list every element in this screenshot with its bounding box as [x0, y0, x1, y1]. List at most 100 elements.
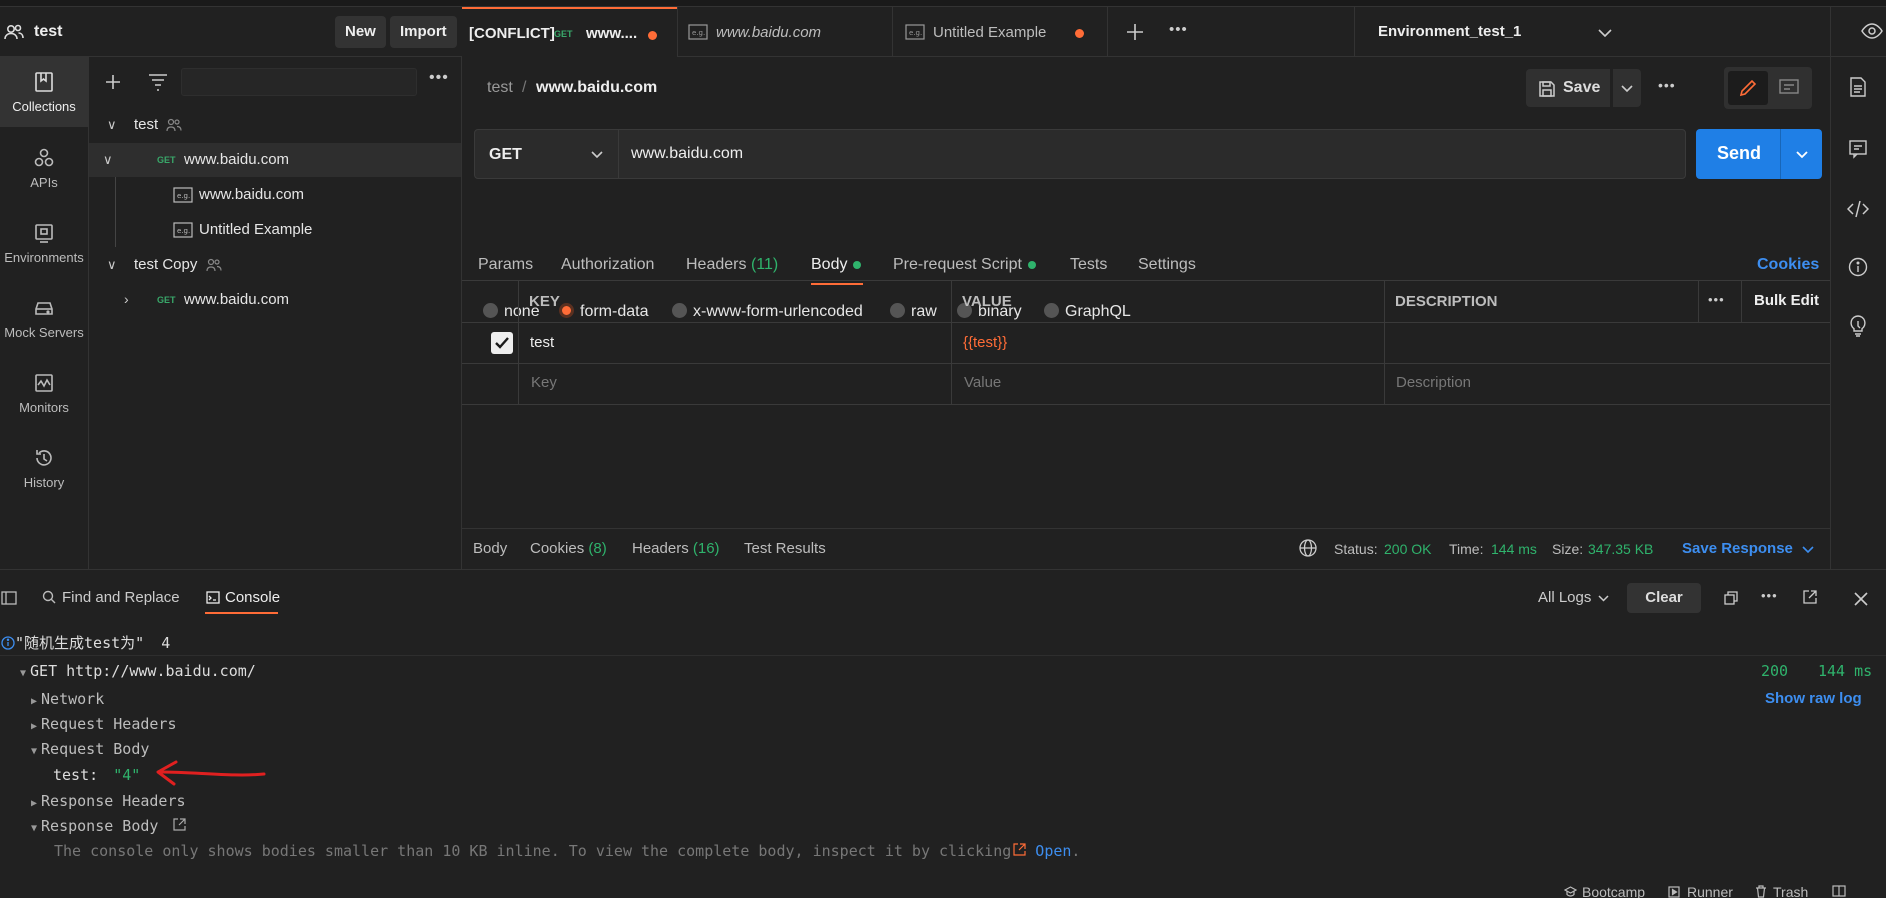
response-headers-section[interactable]: ▶ Response Headers [31, 792, 186, 810]
chevron-down-icon[interactable]: ∨ [107, 257, 117, 273]
save-button[interactable]: Save [1526, 69, 1610, 107]
response-tab-cookies[interactable]: Cookies (8) [530, 540, 607, 557]
time-value[interactable]: 144 ms [1491, 541, 1537, 557]
copy-icon[interactable] [1724, 591, 1738, 605]
send-button[interactable]: Send [1696, 129, 1822, 179]
bootcamp-link[interactable]: Bootcamp [1582, 884, 1645, 898]
status-value[interactable]: 200 OK [1384, 541, 1431, 557]
caret-down-icon: ▼ [31, 746, 38, 757]
bulk-edit-button[interactable]: Bulk Edit [1754, 292, 1819, 309]
window-top-edge [0, 0, 1886, 7]
request-body-section[interactable]: ▼ Request Body [31, 740, 149, 758]
row-key[interactable]: test [530, 334, 554, 351]
tab-authorization[interactable]: Authorization [561, 256, 654, 274]
import-button[interactable]: Import [390, 16, 457, 48]
toggle-sidebar-icon[interactable] [1, 591, 17, 605]
filter-icon[interactable] [148, 73, 168, 91]
open-link[interactable]: Open [1035, 842, 1071, 860]
sidebar-more-icon[interactable]: ••• [429, 69, 449, 87]
tab-body[interactable]: Body [811, 256, 862, 274]
console-log-line[interactable]: "随机生成test为" 4 [1, 632, 170, 653]
value-placeholder[interactable]: Value [964, 374, 1001, 391]
save-response-button[interactable]: Save Response [1682, 540, 1793, 557]
request-log-line[interactable]: ▼ GET http://www.baidu.com/ [20, 662, 256, 680]
tab-method-tag: GET [554, 29, 573, 39]
console-tab[interactable]: Console [225, 589, 280, 606]
external-link-icon[interactable] [173, 818, 187, 831]
trash-link[interactable]: Trash [1773, 884, 1808, 898]
clear-button[interactable]: Clear [1627, 583, 1701, 613]
all-logs-select[interactable]: All Logs [1538, 589, 1591, 606]
response-tab-test-results[interactable]: Test Results [744, 540, 826, 557]
key-placeholder[interactable]: Key [531, 374, 557, 391]
new-button[interactable]: New [335, 16, 386, 48]
nav-collections[interactable]: Collections [0, 57, 88, 127]
request-more-icon[interactable]: ••• [1658, 77, 1676, 93]
notice-end: . [1071, 842, 1081, 860]
chevron-down-icon[interactable] [1796, 151, 1808, 159]
tab-conflict[interactable]: [CONFLICT] GET www.... [462, 7, 677, 57]
description-placeholder[interactable]: Description [1396, 374, 1471, 391]
chevron-down-icon[interactable] [1802, 546, 1814, 554]
tab-tests[interactable]: Tests [1070, 256, 1107, 274]
console-more-icon[interactable]: ••• [1761, 588, 1778, 603]
tab-settings[interactable]: Settings [1138, 256, 1196, 274]
row-value[interactable]: {{test}} [963, 334, 1007, 351]
info-icon[interactable] [1848, 257, 1868, 277]
chevron-right-icon[interactable]: › [124, 291, 129, 307]
documentation-icon[interactable] [1849, 77, 1867, 97]
tab-prerequest-script[interactable]: Pre-request Script [893, 256, 1036, 274]
row-checkbox[interactable] [491, 332, 513, 354]
network-section[interactable]: ▶ Network [31, 690, 104, 708]
tree-request-baidu-copy[interactable]: › GET www.baidu.com [89, 283, 461, 317]
tree-collection-test[interactable]: ∨ test [89, 108, 461, 142]
show-raw-log-link[interactable]: Show raw log [1765, 690, 1862, 707]
tab-params[interactable]: Params [478, 256, 533, 274]
response-tab-headers[interactable]: Headers (16) [632, 540, 720, 557]
breadcrumb-root[interactable]: test [487, 79, 513, 97]
find-replace-tab[interactable]: Find and Replace [62, 589, 180, 606]
code-icon[interactable] [1847, 200, 1869, 218]
edit-mode-button[interactable] [1728, 71, 1768, 105]
comment-mode-icon[interactable] [1779, 79, 1799, 97]
runner-link[interactable]: Runner [1687, 884, 1733, 898]
tree-example-baidu[interactable]: e.g. www.baidu.com [89, 178, 461, 212]
request-headers-section[interactable]: ▶ Request Headers [31, 715, 177, 733]
workspace-name[interactable]: test [34, 23, 62, 41]
sidebar-search-input[interactable] [181, 68, 417, 96]
chevron-down-icon[interactable]: ∨ [107, 117, 117, 133]
comments-icon[interactable] [1848, 139, 1868, 159]
cookies-link[interactable]: Cookies [1757, 256, 1819, 274]
lightbulb-icon[interactable] [1848, 315, 1868, 337]
add-collection-icon[interactable] [105, 74, 121, 90]
nav-environments[interactable]: Environments [0, 222, 88, 265]
tab-headers[interactable]: Headers (11) [686, 256, 778, 274]
table-more-icon[interactable]: ••• [1708, 292, 1725, 307]
save-options-button[interactable] [1613, 69, 1641, 107]
nav-history[interactable]: History [0, 447, 88, 490]
tree-example-untitled[interactable]: e.g. Untitled Example [89, 213, 461, 247]
nav-mock-servers[interactable]: Mock Servers [0, 297, 88, 340]
response-tab-body[interactable]: Body [473, 540, 507, 557]
nav-monitors[interactable]: Monitors [0, 372, 88, 415]
tab-baidu[interactable]: e.g. www.baidu.com [677, 7, 892, 57]
size-value[interactable]: 347.35 KB [1588, 541, 1653, 557]
tree-collection-test-copy[interactable]: ∨ test Copy [89, 248, 461, 282]
tree-request-baidu[interactable]: ∨ GET www.baidu.com [89, 143, 461, 177]
eye-icon[interactable] [1861, 23, 1883, 39]
nav-apis[interactable]: APIs [0, 147, 88, 190]
col-divider [518, 280, 519, 405]
tab-untitled-example[interactable]: e.g. Untitled Example [892, 7, 1107, 57]
globe-icon[interactable] [1299, 539, 1317, 557]
pop-out-icon[interactable] [1803, 590, 1817, 604]
response-body-section[interactable]: ▼ Response Body [31, 817, 187, 835]
new-tab-icon[interactable] [1126, 23, 1144, 41]
right-utility-bar [1830, 57, 1886, 569]
url-input[interactable]: www.baidu.com [618, 129, 1686, 179]
environment-selector[interactable]: Environment_test_1 [1354, 7, 1624, 57]
two-pane-icon[interactable] [1832, 885, 1846, 897]
chevron-down-icon[interactable]: ∨ [103, 152, 113, 168]
method-select[interactable]: GET [474, 129, 619, 179]
tabs-more-icon[interactable]: ••• [1169, 21, 1188, 38]
close-icon[interactable] [1854, 592, 1868, 606]
